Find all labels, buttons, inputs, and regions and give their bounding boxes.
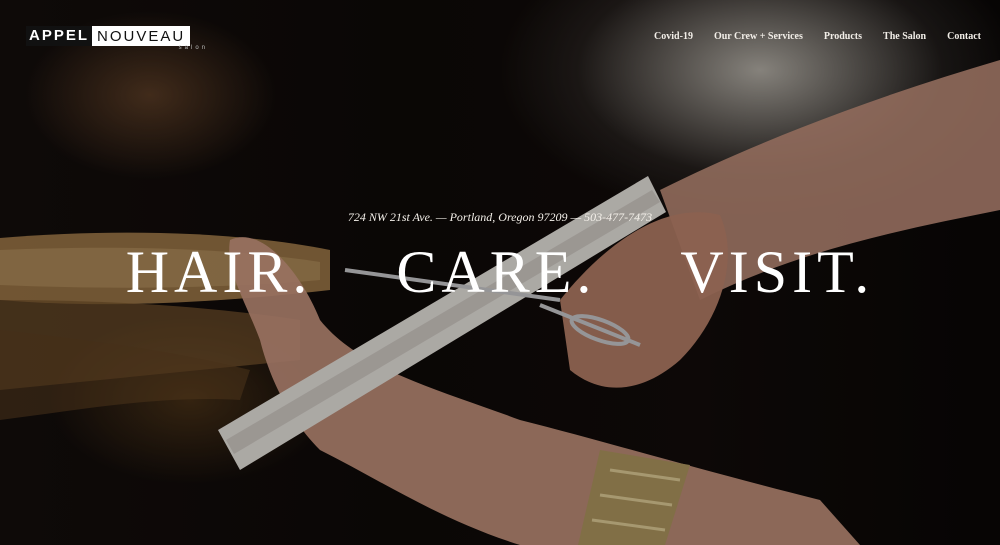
hero-tagline: HAIR. CARE. VISIT. <box>0 238 1000 307</box>
nav-link-the-salon[interactable]: The Salon <box>883 31 926 42</box>
salon-address: 724 NW 21st Ave. — Portland, Oregon 9720… <box>347 210 653 224</box>
logo-subtitle: salon <box>178 45 208 51</box>
nav-link-contact[interactable]: Contact <box>947 31 981 42</box>
tagline-word-care: CARE. <box>396 239 597 305</box>
brand-logo[interactable]: APPEL NOUVEAU salon <box>26 26 214 51</box>
main-navigation: Covid-19 Our Crew + Services Products Th… <box>654 31 981 42</box>
nav-link-covid-19[interactable]: Covid-19 <box>654 31 693 42</box>
tagline-word-hair: HAIR. <box>125 239 313 305</box>
logo-primary-text: APPEL <box>26 26 93 46</box>
nav-link-crew-services[interactable]: Our Crew + Services <box>714 31 803 42</box>
logo-secondary-text: NOUVEAU <box>92 26 191 46</box>
hero-section: APPEL NOUVEAU salon Covid-19 Our Crew + … <box>0 0 1000 545</box>
nav-link-products[interactable]: Products <box>824 31 862 42</box>
tagline-word-visit: VISIT. <box>680 239 875 305</box>
